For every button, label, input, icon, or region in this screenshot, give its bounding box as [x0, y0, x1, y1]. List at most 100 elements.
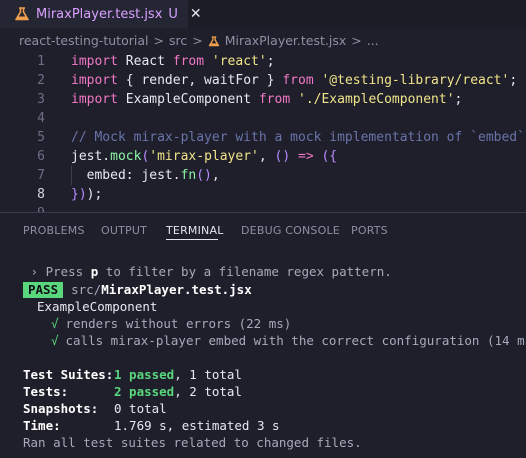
code-text: })); [71, 187, 102, 202]
editor-tab-bar: MiraxPlayer.test.jsx U ✕ [0, 0, 526, 28]
code-line[interactable]: 6 jest.mock('mirax-player', () => ({ [0, 147, 526, 166]
code-line[interactable]: 4 [0, 109, 526, 128]
code-token: ; [266, 54, 275, 69]
test-path-dir: src/ [71, 282, 102, 297]
code-token: from [172, 54, 205, 69]
breadcrumb-item-src[interactable]: src [169, 33, 187, 48]
test-flask-icon [208, 35, 220, 46]
line-number: 4 [37, 111, 45, 126]
code-token: from [282, 73, 314, 88]
tab-debug-console[interactable]: DEBUG CONSOLE [241, 224, 340, 237]
breadcrumb-item-file[interactable]: MiraxPlayer.test.jsx [208, 32, 347, 48]
breadcrumb: react-testing-tutorial > src > MiraxPlay… [0, 28, 526, 52]
summary-passed: 2 passed [114, 384, 175, 399]
code-text: // Mock mirax-player with a mock impleme… [71, 130, 525, 145]
describe-line: ExampleComponent [37, 298, 157, 315]
summary-suites: Test Suites: 1 passed, 1 total [23, 366, 242, 383]
code-token: ); [86, 187, 103, 202]
summary-tests: Tests: 2 passed, 2 total [23, 383, 242, 400]
chevron-right-icon: > [153, 32, 164, 48]
code-text: embed: jest.fn(), [71, 168, 220, 183]
summary-passed: 1 passed [114, 367, 175, 382]
line-number: 1 [37, 54, 45, 69]
code-token: ; [509, 73, 518, 88]
code-token: { render, waitFor } [117, 73, 283, 88]
code-line[interactable]: 7 embed: jest.fn(), [0, 166, 526, 185]
test-result-label: renders without errors (22 ms) [65, 316, 292, 331]
summary-total: , 2 total [174, 384, 242, 399]
pass-badge: PASS [23, 281, 64, 298]
code-token: import [71, 54, 118, 69]
summary-total: , 1 total [174, 367, 242, 382]
tab-output[interactable]: OUTPUT [101, 224, 147, 237]
code-text: jest.mock('mirax-player', () => ({ [71, 149, 337, 164]
code-token: 'react' [211, 54, 267, 69]
hint-suffix: to filter by a filename regex pattern. [98, 264, 392, 279]
code-line[interactable]: 2 import { render, waitFor } from '@testi… [0, 71, 526, 90]
panel-tab-bar: PROBLEMS OUTPUT TERMINAL DEBUG CONSOLE P… [0, 213, 526, 247]
active-tab-indicator [166, 239, 218, 240]
hint-key: p [90, 264, 99, 279]
test-result-label: calls mirax-player embed with the correc… [65, 333, 526, 348]
code-text: import { render, waitFor } from '@testin… [71, 73, 517, 88]
breadcrumb-item-symbols[interactable]: ... [367, 33, 379, 48]
test-path-file: MiraxPlayer.test.jsx [101, 282, 252, 297]
code-token: '@testing-library/react' [321, 73, 510, 88]
code-line[interactable]: 3 import ExampleComponent from './Example… [0, 90, 526, 109]
line-number: 5 [37, 130, 45, 145]
test-flask-icon [14, 7, 30, 21]
breadcrumb-item-project[interactable]: react-testing-tutorial [19, 33, 148, 48]
summary-footer-text: Ran all test suites related to changed f… [23, 435, 362, 450]
tab-terminal[interactable]: TERMINAL [166, 224, 224, 237]
code-token: () [196, 168, 212, 183]
code-token: , [258, 149, 275, 164]
code-token: jest. [71, 149, 111, 164]
line-number: 8 [37, 187, 45, 202]
code-token: ; [454, 92, 463, 107]
check-icon: √ [51, 316, 59, 331]
code-token: ({ [321, 149, 338, 164]
code-token: => [290, 149, 322, 164]
summary-label: Tests: [23, 384, 69, 399]
code-editor[interactable]: 1 import React from 'react'; 2 import { ren… [0, 52, 526, 221]
summary-snapshots: Snapshots: 0 total [23, 400, 167, 417]
terminal-hint-line: › Press p to filter by a filename regex … [23, 263, 392, 280]
code-token: import [71, 92, 118, 107]
test-result-row: √ calls mirax-player embed with the corre… [51, 332, 526, 349]
code-line[interactable]: 1 import React from 'react'; [0, 52, 526, 71]
code-token: // Mock mirax-player with a mock impleme… [71, 130, 525, 145]
line-number: 7 [37, 168, 45, 183]
code-token: fn [180, 168, 197, 183]
code-token: from [258, 92, 291, 107]
code-token: () [274, 149, 291, 164]
code-line[interactable]: 8})); [0, 185, 526, 204]
tab-problems[interactable]: PROBLEMS [23, 224, 85, 237]
code-token: , [211, 168, 220, 183]
describe-label: ExampleComponent [37, 299, 158, 314]
summary-label: Time: [23, 418, 61, 433]
code-text: import React from 'react'; [71, 54, 275, 69]
tab-miraxplayer-test[interactable]: MiraxPlayer.test.jsx U ✕ [0, 0, 202, 28]
tab-ports[interactable]: PORTS [351, 224, 388, 237]
untracked-status-badge: U [168, 6, 178, 22]
close-icon[interactable]: ✕ [190, 6, 202, 22]
summary-label: Snapshots: [23, 401, 99, 416]
bottom-panel: PROBLEMS OUTPUT TERMINAL DEBUG CONSOLE P… [0, 213, 526, 458]
code-token: ExampleComponent [117, 92, 259, 107]
summary-value: 1.769 s, estimated 3 s [114, 418, 280, 433]
breadcrumb-file-label: MiraxPlayer.test.jsx [224, 32, 347, 48]
test-result-row: √ renders without errors (22 ms) [51, 315, 291, 332]
summary-label: Test Suites: [23, 367, 114, 382]
tab-label: MiraxPlayer.test.jsx [36, 6, 163, 22]
code-token: './ExampleComponent' [298, 92, 455, 107]
code-token: mock [110, 149, 142, 164]
code-line[interactable]: 5 // Mock mirax-player with a mock implem… [0, 128, 526, 147]
summary-value: 0 total [114, 401, 167, 416]
chevron-right-icon: > [192, 32, 203, 48]
summary-footer: Ran all test suites related to changed f… [23, 434, 362, 451]
line-number: 2 [37, 73, 45, 88]
code-token: embed: jest. [71, 168, 181, 183]
line-number: 3 [37, 92, 45, 107]
